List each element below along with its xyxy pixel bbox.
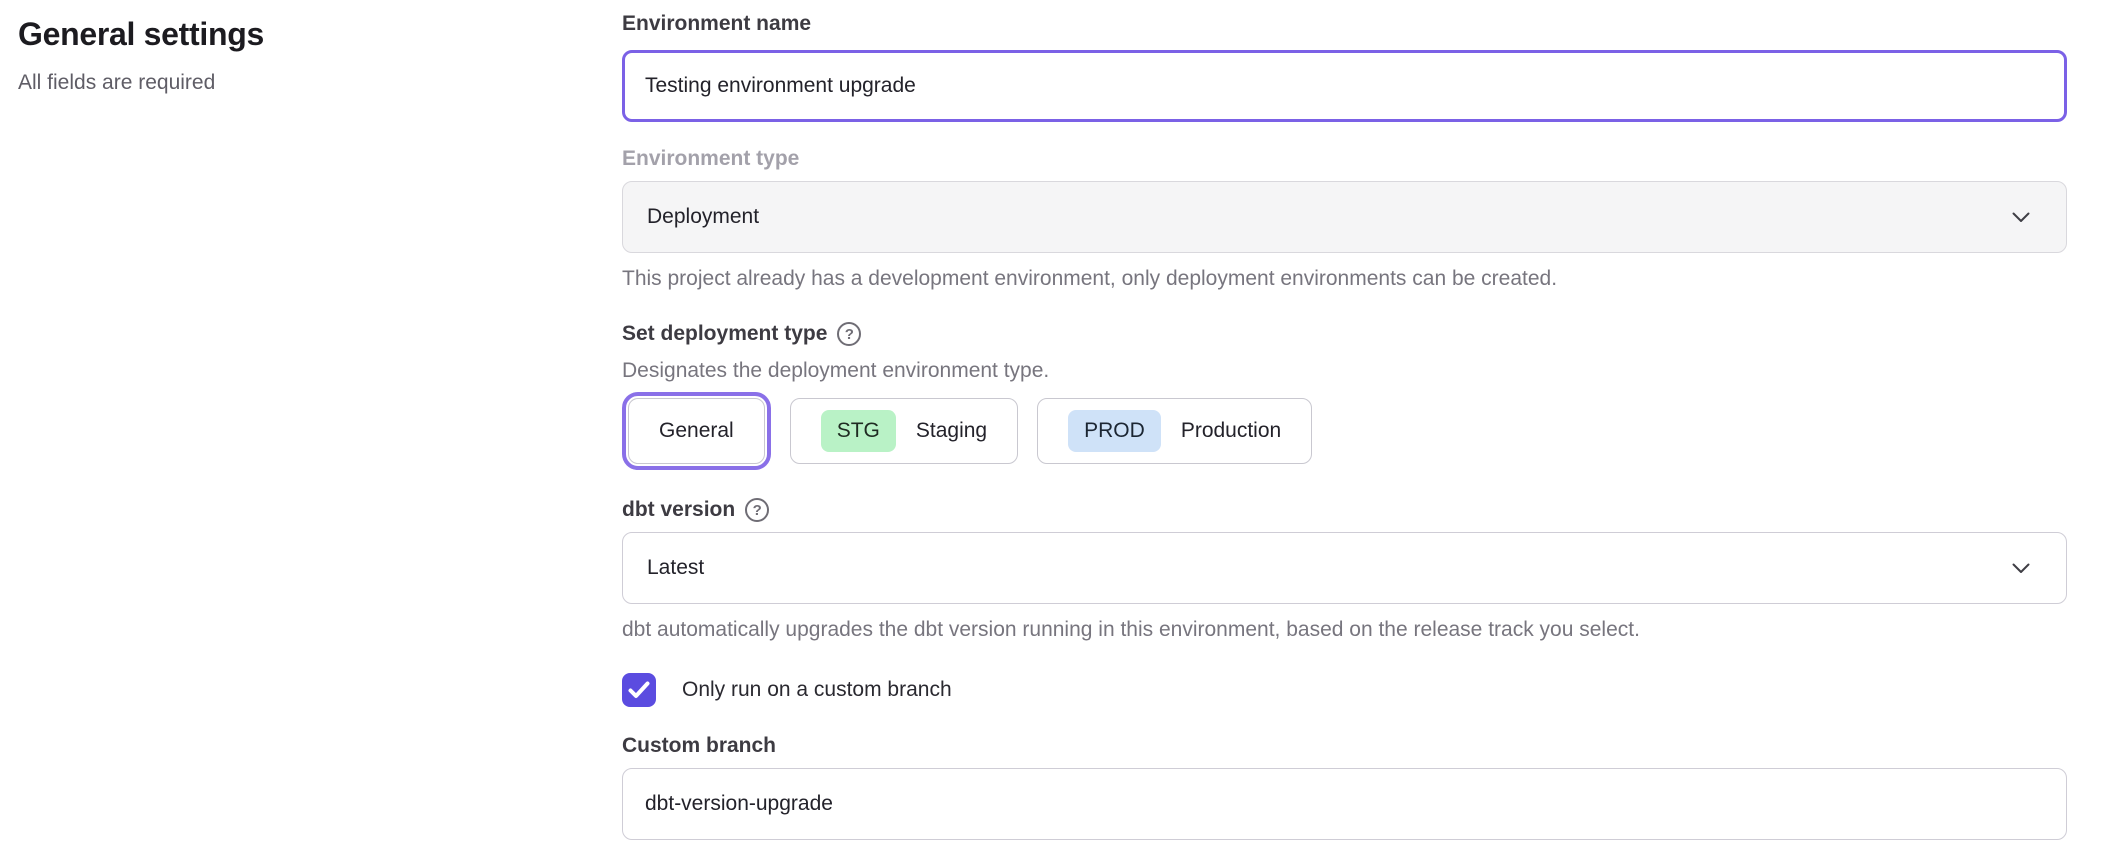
custom-branch-label: Custom branch bbox=[622, 734, 2067, 758]
stg-badge: STG bbox=[821, 410, 896, 452]
chevron-down-icon bbox=[2012, 556, 2030, 580]
dbt-version-label: dbt version ? bbox=[622, 498, 2067, 522]
deployment-type-general-button[interactable]: General bbox=[628, 398, 765, 464]
dbt-version-value: Latest bbox=[647, 556, 704, 580]
general-settings-form: Environment name Environment type Deploy… bbox=[622, 0, 2067, 840]
custom-branch-input[interactable] bbox=[622, 768, 2067, 840]
deployment-type-production-button[interactable]: PROD Production bbox=[1037, 398, 1312, 464]
prod-badge: PROD bbox=[1068, 410, 1161, 452]
deployment-type-label: Set deployment type ? bbox=[622, 322, 2067, 346]
help-icon[interactable]: ? bbox=[745, 498, 769, 522]
dbt-version-helper: dbt automatically upgrades the dbt versi… bbox=[622, 617, 2067, 642]
deployment-type-general-label: General bbox=[659, 419, 734, 443]
help-icon[interactable]: ? bbox=[837, 322, 861, 346]
dbt-version-label-text: dbt version bbox=[622, 498, 735, 522]
environment-type-helper: This project already has a development e… bbox=[622, 266, 2067, 291]
section-header: General settings All fields are required bbox=[0, 0, 622, 840]
chevron-down-icon bbox=[2012, 205, 2030, 229]
dbt-version-select[interactable]: Latest bbox=[622, 532, 2067, 604]
page-title: General settings bbox=[18, 16, 622, 53]
environment-type-value: Deployment bbox=[647, 205, 759, 229]
page-subtitle: All fields are required bbox=[18, 71, 622, 95]
custom-branch-checkbox[interactable] bbox=[622, 673, 656, 707]
checkmark-icon bbox=[628, 681, 650, 699]
custom-branch-checkbox-label[interactable]: Only run on a custom branch bbox=[682, 678, 952, 702]
deployment-type-label-text: Set deployment type bbox=[622, 322, 827, 346]
environment-name-input[interactable] bbox=[622, 50, 2067, 122]
environment-type-label: Environment type bbox=[622, 147, 2067, 171]
environment-name-label: Environment name bbox=[622, 12, 2067, 36]
deployment-type-staging-label: Staging bbox=[916, 419, 987, 443]
environment-type-select[interactable]: Deployment bbox=[622, 181, 2067, 253]
deployment-type-options: General STG Staging PROD Production bbox=[622, 398, 2067, 464]
deployment-type-production-label: Production bbox=[1181, 419, 1281, 443]
settings-page: General settings All fields are required… bbox=[0, 0, 2116, 840]
deployment-type-helper: Designates the deployment environment ty… bbox=[622, 358, 2067, 383]
custom-branch-checkbox-row: Only run on a custom branch bbox=[622, 673, 2067, 707]
deployment-type-staging-button[interactable]: STG Staging bbox=[790, 398, 1018, 464]
